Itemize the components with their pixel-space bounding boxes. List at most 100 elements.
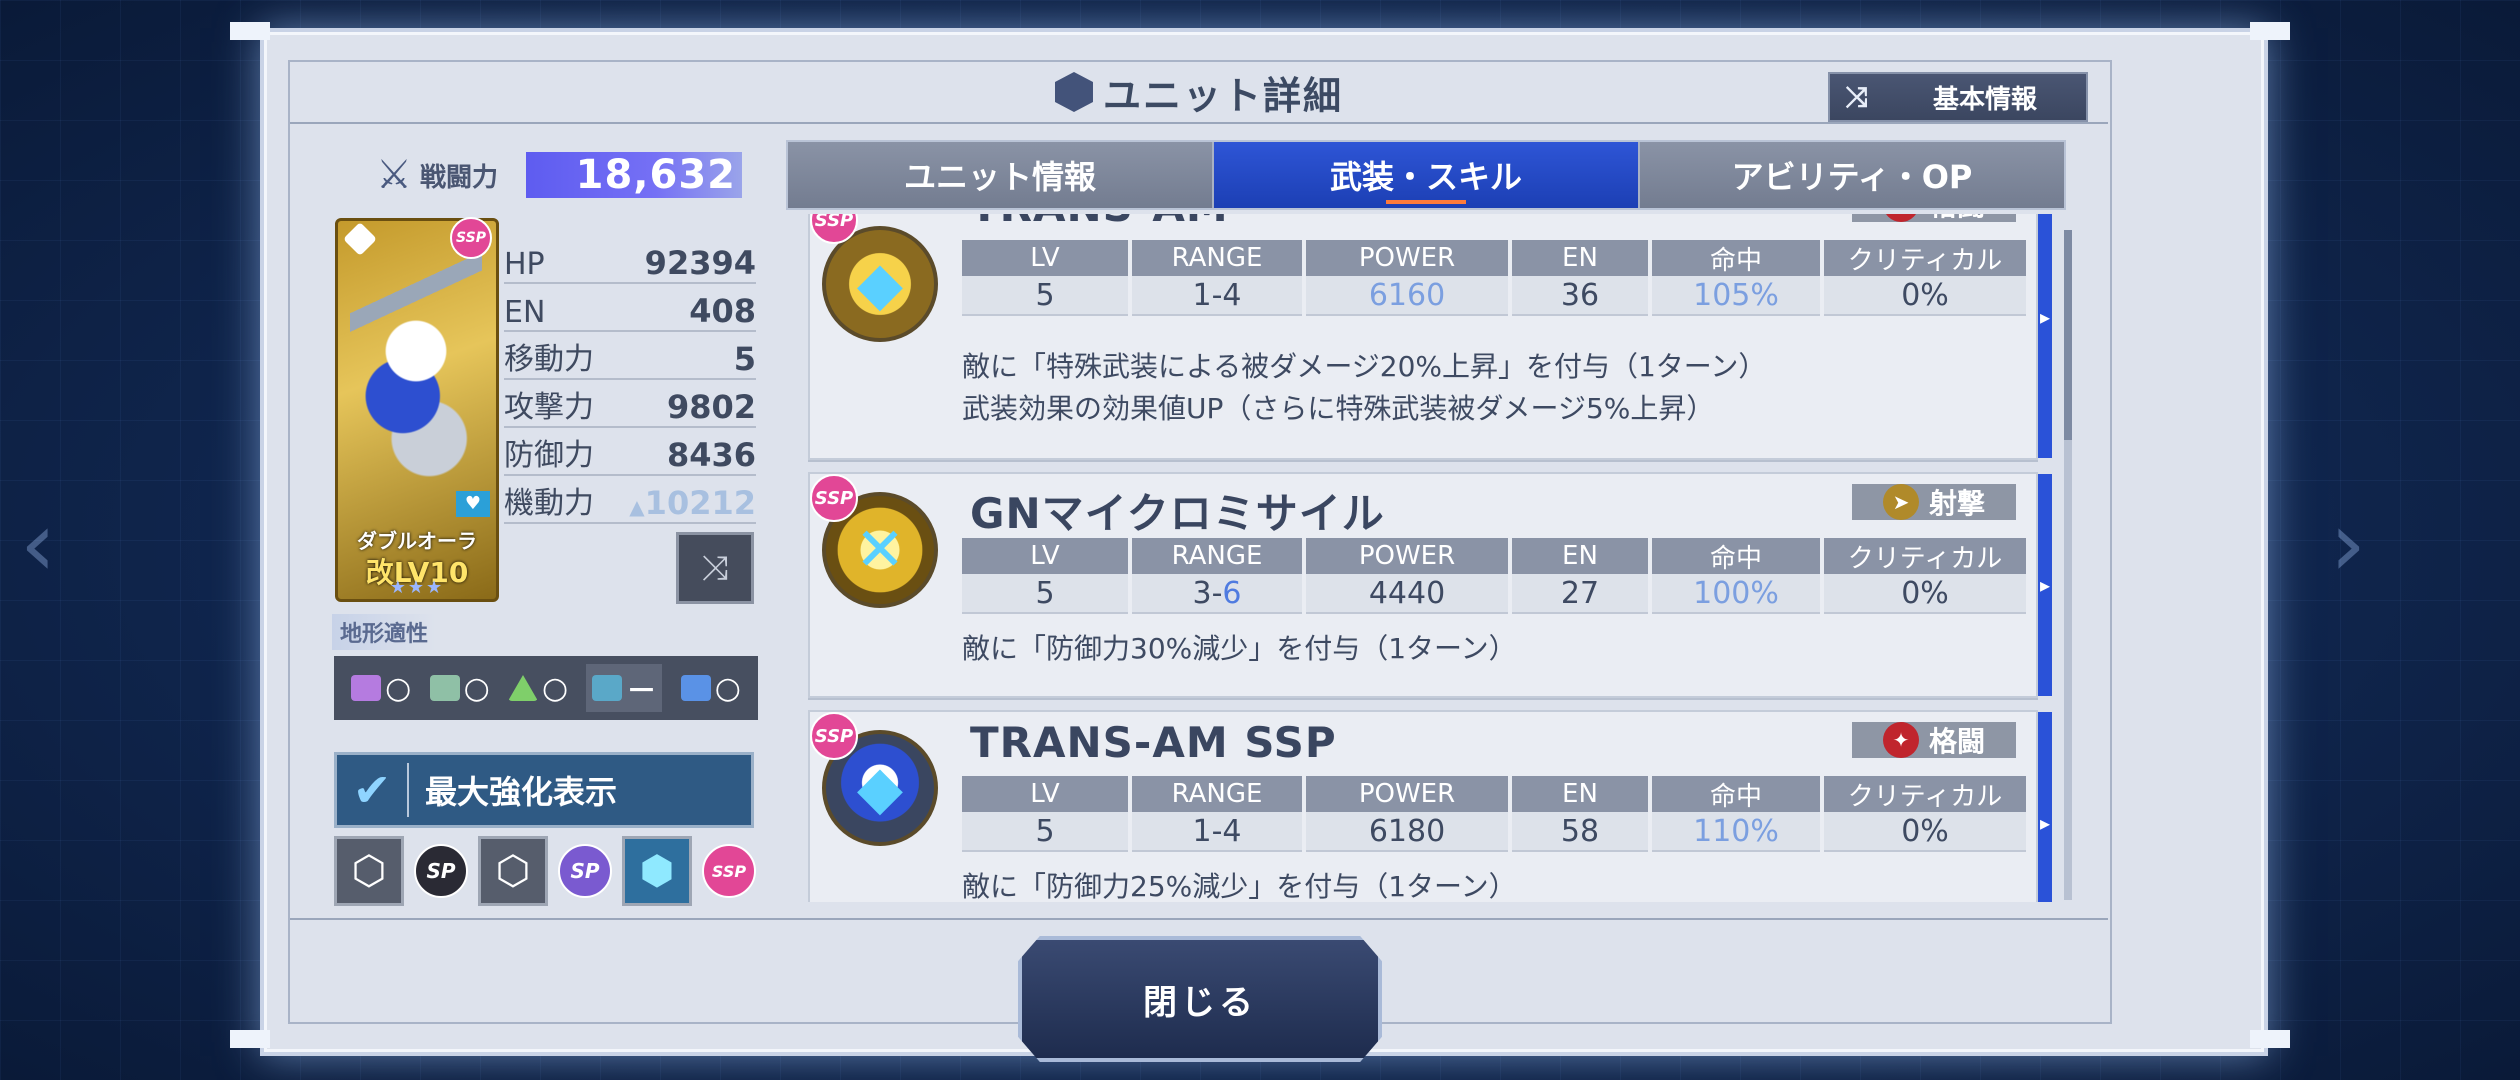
- cell-crit: 0%: [1824, 812, 2026, 852]
- header-crit: クリティカル: [1824, 538, 2026, 574]
- header-en: EN: [1512, 240, 1648, 276]
- part-slots: ⬡ SP ⬡ SP ⬢ SSP: [334, 836, 774, 906]
- header-crit: クリティカル: [1824, 240, 2026, 276]
- range-min: 3-: [1192, 575, 1223, 611]
- stat-label: 防御力: [504, 438, 594, 473]
- unit-stats: HP 92394 EN 408 移動力 5 攻撃力 9802 防御力 8436 …: [504, 236, 756, 524]
- expand-arrow-icon[interactable]: ▸: [2038, 474, 2052, 696]
- part-slot-active[interactable]: ⬢: [622, 836, 692, 906]
- ssp-badge: SSP: [702, 844, 756, 898]
- water-icon: [592, 675, 623, 701]
- melee-icon: ✦: [1882, 214, 1919, 222]
- description-line: 武装効果の効果値UP（さらに特殊武装被ダメージ5%上昇）: [962, 392, 1715, 425]
- melee-icon: ✦: [1882, 722, 1919, 758]
- header-crit: クリティカル: [1824, 776, 2026, 812]
- header-en: EN: [1512, 776, 1648, 812]
- description-line: 敵に「特殊武装による被ダメージ20%上昇」を付与（1ターン）: [962, 350, 1767, 383]
- combat-power-value: 18,632: [526, 152, 742, 198]
- stat-value: 408: [689, 292, 756, 330]
- tab-unit-info[interactable]: ユニット情報: [788, 142, 1214, 208]
- tab-abilities[interactable]: アビリティ・OP: [1640, 142, 2064, 208]
- sp-badge: SP: [414, 844, 468, 898]
- sp-badge: SP: [558, 844, 612, 898]
- weapon-name: GNマイクロミサイル: [970, 489, 1385, 538]
- unit-card[interactable]: SSP ♥ ダブルオーラ 改LV10 ★★★: [335, 217, 499, 602]
- header-lv: LV: [962, 776, 1128, 812]
- weapon-stats-table: LV RANGE POWER EN 命中 クリティカル 5 1-4 6180 5…: [962, 776, 2026, 852]
- weapon-type: 格闘: [1929, 214, 1985, 224]
- prev-arrow-icon[interactable]: ‹: [20, 500, 56, 590]
- weapon-card[interactable]: ▸ ◆ SSP TRANS-AM ✦ 格闘 LV RANGE POWER EN …: [808, 214, 2052, 460]
- weapon-type: 格闘: [1928, 725, 1985, 758]
- cell-hit: 100%: [1652, 574, 1820, 614]
- weapon-type-badge: ➤ 射撃: [1852, 484, 2016, 520]
- cell-lv: 5: [962, 574, 1128, 614]
- swap-unit-button[interactable]: ⤨: [676, 532, 754, 604]
- max-enhance-toggle[interactable]: ✔ 最大強化表示: [334, 752, 754, 828]
- stat-label: 移動力: [504, 342, 594, 377]
- page-title: ユニット詳細: [1054, 65, 1343, 120]
- weapon-list-scrollbar[interactable]: [2064, 230, 2072, 900]
- weapon-list[interactable]: ▸ ◆ SSP TRANS-AM ✦ 格闘 LV RANGE POWER EN …: [786, 214, 2062, 902]
- stat-move: 移動力 5: [504, 332, 756, 380]
- terrain-suitability: ○ ○ ○ － ○: [334, 656, 758, 720]
- stat-mobility: 機動力 ▲10212: [504, 476, 756, 524]
- ground-icon: [508, 675, 538, 701]
- cell-en: 27: [1512, 574, 1648, 614]
- terrain-underground: ○: [680, 671, 741, 706]
- max-enhance-label: 最大強化表示: [425, 773, 618, 811]
- stat-value: 5: [733, 340, 756, 378]
- weapon-card[interactable]: ▸ ✕ SSP GNマイクロミサイル ➤ 射撃 LV RANGE POWER E…: [808, 472, 2052, 698]
- weapon-card[interactable]: ▸ ◆ SSP TRANS-AM SSP ✦ 格闘 LV RANGE POWER…: [808, 710, 2052, 902]
- header-hit: 命中: [1652, 240, 1820, 276]
- expand-arrow-icon[interactable]: ▸: [2038, 712, 2052, 902]
- footer-divider: [290, 918, 2108, 920]
- tab-weapons-skills[interactable]: 武装・スキル: [1214, 142, 1640, 208]
- combat-power-label: 戦闘力: [420, 162, 499, 193]
- stat-label: 攻撃力: [504, 390, 594, 425]
- terrain-space: ○: [351, 671, 411, 706]
- expand-arrow-icon[interactable]: ▸: [2038, 214, 2052, 458]
- underground-icon: [680, 675, 711, 701]
- cell-range: 3- 6: [1132, 574, 1302, 614]
- terrain-air: ○: [429, 670, 490, 706]
- stat-label: HP: [504, 247, 545, 282]
- basic-info-button[interactable]: ⤨ 基本情報: [1828, 72, 2088, 122]
- weapon-icon: ◆: [822, 226, 938, 342]
- cell-hit: 105%: [1652, 276, 1820, 316]
- stat-hp: HP 92394: [504, 236, 756, 284]
- unit-emblem-icon: [1054, 72, 1093, 112]
- next-arrow-icon[interactable]: ›: [2330, 500, 2366, 590]
- stat-value: 92394: [644, 244, 756, 282]
- cell-range: 1-4: [1132, 276, 1302, 316]
- frame-corner: [230, 1030, 270, 1048]
- unit-name: ダブルオーラ: [357, 529, 477, 553]
- part-slot[interactable]: ⬡: [334, 836, 404, 906]
- stat-label: 機動力: [504, 486, 594, 521]
- header-hit: 命中: [1652, 776, 1820, 812]
- frame-corner: [2250, 22, 2290, 40]
- part-slot[interactable]: ⬡: [478, 836, 548, 906]
- terrain-rank: ○: [463, 670, 490, 706]
- cell-en: 58: [1512, 812, 1648, 852]
- terrain-label: 地形適性: [332, 614, 437, 650]
- ssp-badge: SSP: [810, 712, 858, 760]
- scrollbar-thumb[interactable]: [2064, 230, 2072, 440]
- header-range: RANGE: [1132, 776, 1302, 812]
- terrain-rank: ○: [542, 670, 569, 706]
- frame-corner: [2250, 1030, 2290, 1048]
- stat-attack: 攻撃力 9802: [504, 380, 756, 428]
- unit-stars: ★★★: [389, 577, 445, 598]
- stat-value: 8436: [666, 436, 756, 474]
- weapon-type-badge: ✦ 格闘: [1852, 722, 2016, 758]
- close-button[interactable]: 閉じる: [1018, 936, 1382, 1062]
- hexagon-icon: ⬡: [495, 848, 531, 894]
- frame-corner: [230, 22, 270, 40]
- favorite-heart-icon: ♥: [456, 491, 490, 517]
- tab-bar: ユニット情報 武装・スキル アビリティ・OP: [786, 140, 2066, 210]
- terrain-rank: －: [626, 674, 657, 709]
- weapon-name: TRANS-AM: [970, 214, 1229, 231]
- cell-power: 4440: [1306, 574, 1508, 614]
- combat-power: ⚔ 戦闘力 18,632: [376, 150, 760, 200]
- terrain-water: －: [586, 664, 663, 712]
